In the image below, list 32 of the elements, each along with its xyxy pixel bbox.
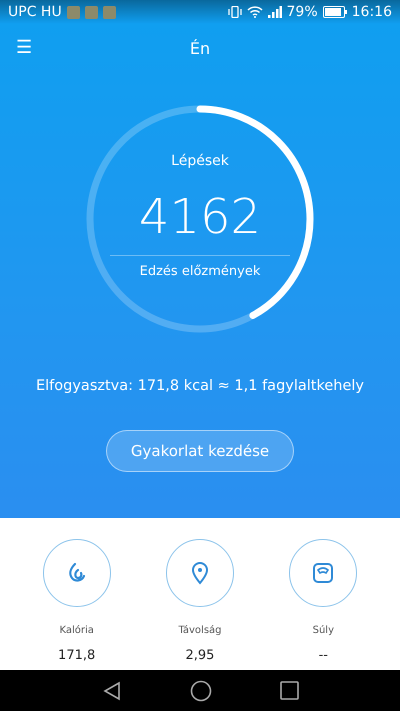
stat-circle[interactable] bbox=[289, 539, 358, 607]
wifi-icon bbox=[246, 6, 263, 18]
stat-circle[interactable] bbox=[42, 539, 111, 607]
page-title: Én bbox=[190, 38, 210, 58]
scale-icon bbox=[312, 562, 334, 584]
stat-label: Súly bbox=[312, 625, 334, 636]
vibrate-icon bbox=[228, 6, 242, 18]
stat-label: Kalória bbox=[59, 625, 94, 636]
history-link[interactable]: Edzés előzmények bbox=[140, 264, 260, 279]
stat-value: 2,95 bbox=[186, 648, 214, 663]
stat-label: Távolság bbox=[178, 625, 222, 636]
clock-time: 16:16 bbox=[352, 4, 392, 20]
recents-icon[interactable] bbox=[280, 681, 298, 700]
menu-button[interactable]: ☰ bbox=[12, 36, 36, 58]
stat-circle[interactable] bbox=[166, 539, 234, 607]
battery-percent: 79% bbox=[286, 4, 318, 20]
battery-icon bbox=[322, 6, 347, 18]
consumed-text: Elfogyasztva: 171,8 kcal ≈ 1,1 fagylaltkehely bbox=[36, 378, 364, 394]
stat-value: -- bbox=[318, 648, 328, 663]
home-icon[interactable] bbox=[190, 680, 212, 702]
stat-value: 171,8 bbox=[58, 648, 96, 663]
notification-icon bbox=[102, 6, 116, 18]
flame-icon bbox=[66, 562, 87, 584]
steps-label: Lépések bbox=[171, 153, 229, 169]
signal-icon bbox=[268, 6, 282, 18]
start-button[interactable]: Gyakorlat kezdése bbox=[106, 430, 294, 472]
notification-icon bbox=[66, 6, 80, 18]
location-pin-icon bbox=[190, 561, 209, 585]
notification-icon bbox=[84, 6, 98, 18]
steps-count: 4162 bbox=[138, 193, 262, 241]
back-icon[interactable] bbox=[102, 680, 122, 700]
carrier-name: UPC HU bbox=[8, 4, 62, 20]
